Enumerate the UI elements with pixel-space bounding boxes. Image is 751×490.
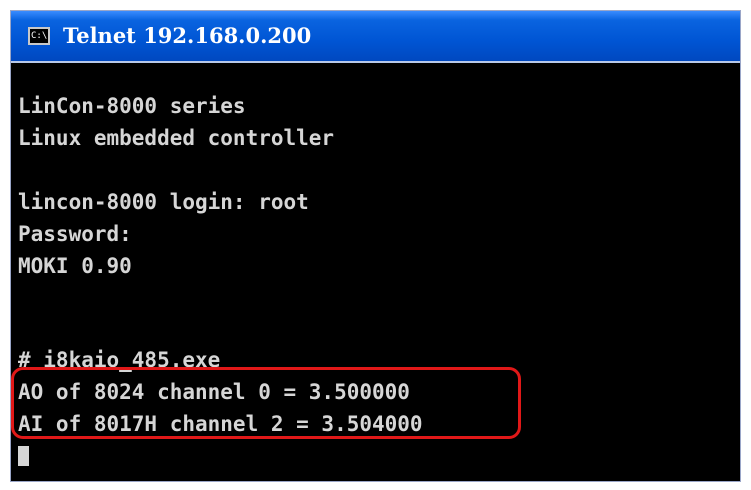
terminal-cursor [18,446,29,466]
title-bar[interactable]: C:\ Telnet 192.168.0.200 [11,11,740,63]
terminal-line-ao-output: AO of 8024 channel 0 = 3.500000 [18,380,410,404]
terminal-line-2: Linux embedded controller [18,126,335,150]
terminal-line-4: lincon-8000 login: root [18,190,309,214]
terminal-output[interactable]: LinCon-8000 series Linux embedded contro… [11,63,740,481]
telnet-window: C:\ Telnet 192.168.0.200 LinCon-8000 ser… [10,10,741,482]
window-title: Telnet 192.168.0.200 [63,23,312,48]
terminal-line-command: # i8kaio_485.exe [18,348,221,372]
terminal-line-1: LinCon-8000 series [18,94,246,118]
terminal-line-ai-output: AI of 8017H channel 2 = 3.504000 [18,412,423,436]
terminal-line-5: Password: [18,222,132,246]
terminal-line-6: MOKI 0.90 [18,254,132,278]
console-icon[interactable]: C:\ [28,27,50,45]
terminal-prompt-line [18,443,29,469]
